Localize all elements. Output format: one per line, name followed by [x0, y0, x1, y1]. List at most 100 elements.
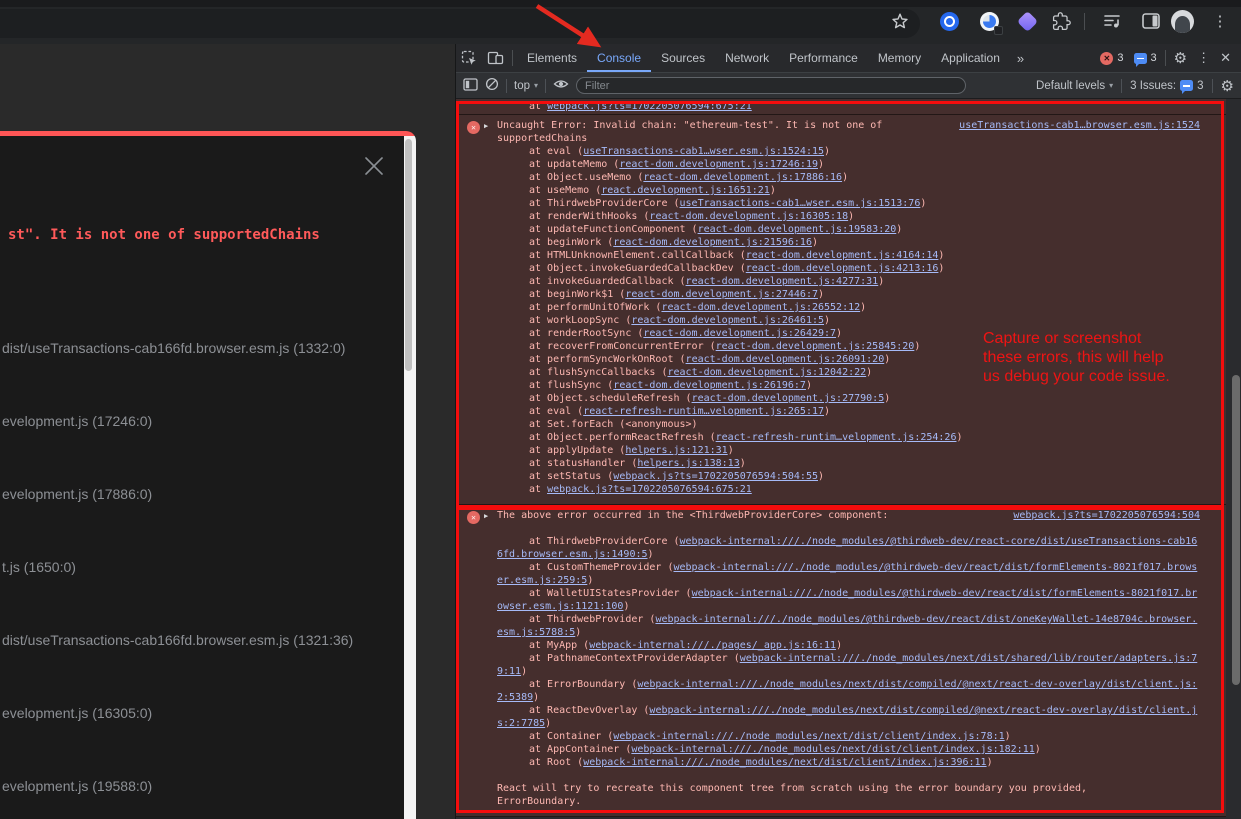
profile-avatar[interactable] — [1170, 9, 1194, 33]
source-location-link[interactable]: react-dom.development.js:21596:16 — [613, 237, 812, 248]
source-location-link[interactable]: react-dom.development.js:26552:12 — [661, 302, 860, 313]
source-location-link[interactable]: react-dom.development.js:25845:20 — [716, 341, 915, 352]
stack-frame-line: at Object.performReactRefresh (react-ref… — [497, 431, 1200, 444]
devtools-tab[interactable]: Memory — [868, 44, 931, 72]
devtools-tab[interactable]: Sources — [651, 44, 715, 72]
stack-frame-line: at flushSync (react-dom.development.js:2… — [497, 379, 1200, 392]
source-location-link[interactable]: react-dom.development.js:16305:18 — [649, 211, 848, 222]
stack-frame-line: at Object.invokeGuardedCallbackDev (reac… — [497, 262, 1200, 275]
source-location-link[interactable]: useTransactions-cab1…wser.esm.js:1513:76 — [680, 198, 921, 209]
source-location-link[interactable]: webpack-internal:///./node_modules/next/… — [613, 731, 1004, 742]
live-expression-eye-icon[interactable] — [553, 77, 569, 94]
source-location-link[interactable]: react-dom.development.js:4213:16 — [746, 263, 939, 274]
context-label: top — [514, 80, 530, 92]
source-location-link[interactable]: react-refresh-runtim…velopment.js:265:17 — [583, 406, 824, 417]
stack-frame-line: at performSyncWorkOnRoot (react-dom.deve… — [497, 353, 1200, 366]
inspect-element-icon[interactable] — [456, 44, 482, 72]
devtools-tab[interactable]: Network — [715, 44, 779, 72]
devtools-panel: ElementsConsoleSourcesNetworkPerformance… — [455, 44, 1241, 819]
source-location-link[interactable]: react-refresh-runtim…velopment.js:254:26 — [716, 432, 957, 443]
extension-diamond-icon[interactable] — [1015, 9, 1039, 33]
stack-frame-line: at ThirdwebProviderCore (webpack-interna… — [497, 535, 1200, 561]
issues-counter[interactable]: 3 Issues: 3 — [1130, 80, 1203, 92]
source-location-link[interactable]: react-dom.development.js:4277:31 — [686, 276, 879, 287]
nextjs-error-overlay: st". It is not one of supportedChains di… — [0, 131, 416, 819]
stack-text: at — [529, 101, 547, 112]
source-location-link[interactable]: helpers.js:138:13 — [637, 458, 739, 469]
error-count-badge[interactable]: ✕ 3 — [1100, 52, 1123, 65]
console-scrollbar-thumb[interactable] — [1232, 375, 1240, 685]
console-sidebar-toggle-icon[interactable] — [463, 78, 478, 94]
source-location-link[interactable]: react.development.js:1651:21 — [601, 185, 770, 196]
source-location-link[interactable]: webpack-internal:///./pages/_app.js:16:1… — [589, 640, 836, 651]
overlay-frame-line: dist/useTransactions-cab166fd.browser.es… — [2, 632, 353, 648]
error-source-link[interactable]: webpack.js?ts=1702205076594:504 — [1013, 509, 1200, 522]
source-location-link[interactable]: webpack.js?ts=1702205076594:675:21 — [547, 101, 752, 112]
stack-frame-line: at Object.scheduleRefresh (react-dom.dev… — [497, 392, 1200, 405]
source-location-link[interactable]: helpers.js:121:31 — [625, 445, 727, 456]
clear-console-icon[interactable] — [485, 77, 499, 94]
stack-frame-line: at HTMLUnknownElement.callCallback (reac… — [497, 249, 1200, 262]
console-settings-gear-icon[interactable]: ⚙ — [1221, 77, 1234, 95]
devtools-tab[interactable]: Application — [931, 44, 1010, 72]
side-panel-icon[interactable] — [1139, 9, 1163, 33]
extensions-puzzle-icon[interactable] — [1049, 9, 1073, 33]
context-selector[interactable]: top ▾ — [514, 80, 538, 92]
console-filter-input[interactable] — [576, 77, 966, 94]
log-levels-selector[interactable]: Default levels ▾ — [1036, 80, 1113, 92]
stack-frame-line: at CustomThemeProvider (webpack-internal… — [497, 561, 1200, 587]
source-location-link[interactable]: react-dom.development.js:26196:7 — [613, 380, 806, 391]
source-location-link[interactable]: react-dom.development.js:27446:7 — [625, 289, 818, 300]
browser-menu-kebab-icon[interactable]: ⋮ — [1208, 9, 1232, 33]
extension-pie-icon[interactable] — [977, 9, 1001, 33]
console-messages: at webpack.js?ts=1702205076594:675:21 ✕ … — [456, 99, 1241, 819]
device-toolbar-icon[interactable] — [482, 44, 508, 72]
source-location-link[interactable]: react-dom.development.js:27790:5 — [692, 393, 885, 404]
source-location-link[interactable]: react-dom.development.js:26461:5 — [631, 315, 824, 326]
devtools-menu-kebab-icon[interactable]: ⋮ — [1197, 50, 1210, 66]
console-toolbar: top ▾ Default levels ▾ 3 Issues: 3 — [456, 73, 1241, 99]
source-location-link[interactable]: webpack-internal:///./node_modules/next/… — [583, 757, 986, 768]
expand-triangle-icon[interactable]: ▶ — [484, 510, 488, 523]
source-location-link[interactable]: react-dom.development.js:19583:20 — [698, 224, 897, 235]
stack-frame-line: at workLoopSync (react-dom.development.j… — [497, 314, 1200, 327]
issues-label: 3 Issues: — [1130, 80, 1176, 92]
error-footer-text: React will try to recreate this componen… — [497, 782, 1157, 808]
source-location-link[interactable]: useTransactions-cab1…wser.esm.js:1524:15 — [583, 146, 824, 157]
source-location-link[interactable]: webpack.js?ts=1702205076594:675:21 — [547, 484, 752, 495]
error-message-text: The above error occurred in the <Thirdwe… — [497, 510, 888, 521]
stack-frame-line: at useMemo (react.development.js:1651:21… — [497, 184, 1200, 197]
expand-triangle-icon[interactable]: ▶ — [484, 120, 488, 133]
devtools-tab[interactable]: Elements — [517, 44, 587, 72]
extension-record-icon[interactable] — [937, 9, 961, 33]
source-location-link[interactable]: react-dom.development.js:12042:22 — [667, 367, 866, 378]
stack-frame-line: at recoverFromConcurrentError (react-dom… — [497, 340, 1200, 353]
devtools-tab[interactable]: Performance — [779, 44, 868, 72]
overlay-scrollbar-thumb[interactable] — [405, 139, 412, 371]
source-location-link[interactable]: react-dom.development.js:26429:7 — [643, 328, 836, 339]
devtools-tab[interactable]: Console — [587, 44, 651, 72]
stack-frame-line: at ReactDevOverlay (webpack-internal:///… — [497, 704, 1200, 730]
stack-frame-line: at renderRootSync (react-dom.development… — [497, 327, 1200, 340]
more-tabs-icon[interactable]: » — [1010, 51, 1031, 66]
error-level-icon: ✕ — [467, 511, 480, 524]
overlay-scrollbar[interactable] — [404, 136, 416, 819]
source-location-link[interactable]: react-dom.development.js:17246:19 — [619, 159, 818, 170]
bookmark-star-icon[interactable] — [888, 9, 912, 33]
source-location-link[interactable]: webpack.js?ts=1702205076594:504:55 — [613, 471, 818, 482]
source-location-link[interactable]: webpack-internal:///./node_modules/next/… — [631, 744, 1034, 755]
error-source-link[interactable]: useTransactions-cab1…browser.esm.js:1524 — [959, 119, 1200, 132]
stack-frame-line: at Container (webpack-internal:///./node… — [497, 730, 1200, 743]
devtools-close-icon[interactable]: ✕ — [1220, 50, 1231, 66]
stack-frame-line: at MyApp (webpack-internal:///./pages/_a… — [497, 639, 1200, 652]
stack-frame-line: at ErrorBoundary (webpack-internal:///./… — [497, 678, 1200, 704]
message-count-badge[interactable]: 3 — [1134, 52, 1157, 64]
overlay-frame-line: t.js (1650:0) — [2, 559, 76, 575]
source-location-link[interactable]: react-dom.development.js:26091:20 — [686, 354, 885, 365]
source-location-link[interactable]: react-dom.development.js:4164:14 — [746, 250, 939, 261]
source-location-link[interactable]: react-dom.development.js:17886:16 — [643, 172, 842, 183]
devtools-settings-gear-icon[interactable]: ⚙ — [1174, 49, 1187, 67]
media-controls-icon[interactable] — [1100, 9, 1124, 33]
overlay-frame-line: evelopment.js (17246:0) — [2, 413, 152, 429]
address-bar[interactable] — [0, 9, 920, 38]
